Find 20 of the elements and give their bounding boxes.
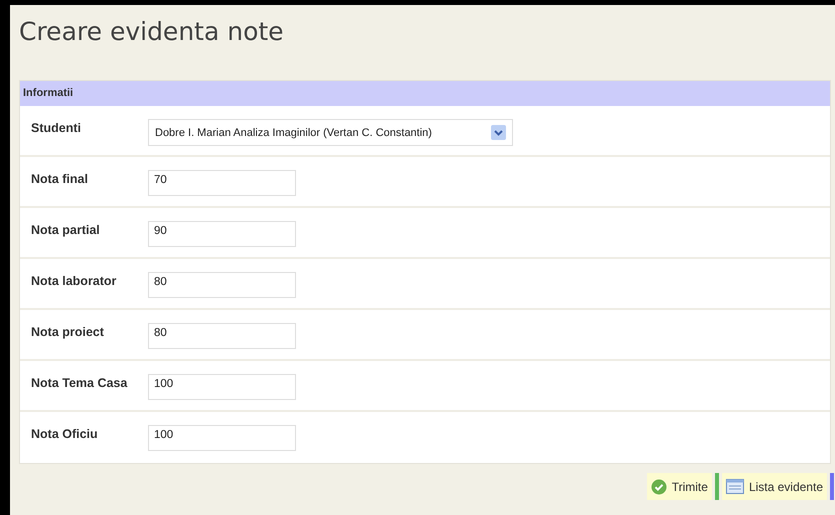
- field-label: Nota proiect: [31, 324, 105, 339]
- input-field[interactable]: 80: [148, 272, 296, 298]
- field-label: Nota partial: [31, 222, 101, 237]
- student-dropdown[interactable]: Dobre I. Marian Analiza Imaginilor (Vertan C. Constantin): [148, 119, 513, 146]
- field-label: Nota final: [31, 171, 89, 186]
- section-header: Informatii: [20, 81, 830, 106]
- submit-button[interactable]: Trimite: [646, 473, 712, 500]
- field-label: Nota Tema Casa: [31, 375, 128, 390]
- page-title: Creare evidenta note: [19, 17, 285, 48]
- field-label: Studenti: [31, 120, 82, 135]
- check-icon: [650, 478, 667, 494]
- input-field[interactable]: 100: [148, 425, 296, 451]
- list-icon: [726, 479, 744, 494]
- input-field[interactable]: 70: [148, 170, 296, 196]
- input-field[interactable]: 100: [148, 374, 296, 400]
- field-label: Nota Oficiu: [31, 426, 99, 441]
- list-button[interactable]: Lista evidente: [722, 473, 827, 500]
- field-label: Nota laborator: [31, 273, 118, 288]
- input-field[interactable]: 80: [148, 323, 296, 349]
- input-field[interactable]: 90: [148, 221, 296, 247]
